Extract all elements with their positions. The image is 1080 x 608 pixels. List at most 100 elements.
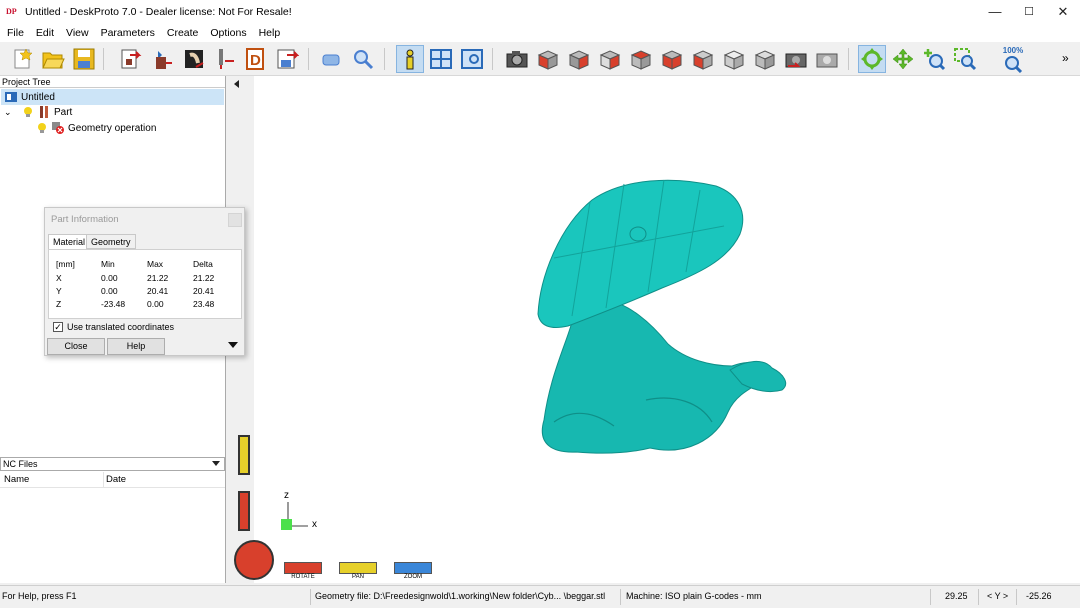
menu-file[interactable]: File (0, 24, 30, 42)
view-top-button[interactable] (658, 45, 686, 73)
import-geometry-icon (121, 49, 142, 69)
import-geometry-button[interactable] (116, 45, 144, 73)
zoom-in-icon (924, 49, 946, 71)
menu-bar: File Edit View Parameters Create Options… (0, 24, 1080, 42)
window-grid-icon (430, 49, 452, 69)
menu-view[interactable]: View (60, 24, 95, 42)
cube-right-icon (630, 50, 652, 70)
translated-coords-checkbox[interactable]: ✓ (53, 322, 63, 332)
main-toolbar: D 100% » (0, 42, 1080, 76)
lightbulb-icon[interactable] (22, 106, 34, 118)
model-head-knob (629, 226, 647, 242)
tab-material[interactable]: Material (48, 234, 91, 250)
tree-item-part[interactable]: ⌄ Part (4, 104, 72, 120)
new-project-button[interactable] (8, 45, 36, 73)
column-date[interactable]: Date (104, 472, 126, 487)
vertical-pan-slider[interactable] (238, 435, 250, 475)
row-y-max: 20.41 (147, 286, 169, 296)
tree-label-geometry-operation: Geometry operation (68, 122, 157, 134)
erase-button[interactable] (318, 45, 346, 73)
view-front-button[interactable] (534, 45, 562, 73)
rotate-dial[interactable] (234, 540, 274, 580)
axis-origin (281, 519, 292, 530)
view-right-button[interactable] (627, 45, 655, 73)
3d-viewport[interactable]: z x (254, 76, 1080, 556)
move-part-icon (156, 51, 172, 69)
open-project-button[interactable] (39, 45, 67, 73)
menu-help[interactable]: Help (253, 24, 287, 42)
view-control-bar: ROTATE PAN ZOOM (234, 540, 1080, 583)
dialog-close-icon[interactable] (228, 213, 242, 227)
pan-slider[interactable] (339, 562, 377, 574)
close-button[interactable]: Close (47, 338, 105, 355)
model-view[interactable] (254, 76, 1080, 556)
expand-arrow-icon[interactable] (228, 342, 238, 348)
collapse-arrow-icon[interactable] (234, 80, 239, 88)
translated-coords-option[interactable]: ✓ Use translated coordinates (53, 322, 174, 332)
scale-part-button[interactable] (180, 45, 208, 73)
rotate-slider[interactable] (284, 562, 322, 574)
menu-create[interactable]: Create (161, 24, 205, 42)
split-view-button[interactable] (427, 45, 455, 73)
tree-item-untitled[interactable]: Untitled (1, 89, 224, 105)
tree-item-geometry-operation[interactable]: Geometry operation (36, 120, 156, 136)
fit-view-button[interactable] (458, 45, 486, 73)
menu-options[interactable]: Options (204, 24, 252, 42)
column-name[interactable]: Name (0, 472, 104, 487)
cutter-button[interactable] (211, 45, 239, 73)
snapshot-button[interactable] (782, 45, 810, 73)
row-y-min: 0.00 (101, 286, 118, 296)
zoom-mode-button[interactable] (920, 45, 948, 73)
save-nc-button[interactable] (273, 45, 301, 73)
view-iso-button[interactable] (720, 45, 748, 73)
zoom-100-icon (1005, 55, 1023, 73)
view-bottom-button[interactable] (689, 45, 717, 73)
nc-files-label: NC Files (3, 459, 38, 469)
save-button[interactable] (70, 45, 98, 73)
maximize-button[interactable]: ☐ (1012, 0, 1046, 24)
close-window-button[interactable]: ✕ (1046, 0, 1080, 24)
view-back-button[interactable] (565, 45, 593, 73)
part-info-table: [mm] Min Max Delta X 0.00 21.22 21.22 Y … (48, 249, 242, 319)
translated-coords-label: Use translated coordinates (67, 322, 175, 332)
chevron-down-icon[interactable]: ⌄ (4, 107, 16, 118)
move-part-button[interactable] (148, 45, 176, 73)
view-wire-button[interactable] (751, 45, 779, 73)
status-x-value: 29.25 (945, 591, 968, 601)
tree-label-part: Part (54, 106, 73, 118)
zoom-slider[interactable] (394, 562, 432, 574)
view-left-button[interactable] (596, 45, 624, 73)
eraser-icon (322, 54, 340, 66)
status-machine: Machine: ISO plain G-codes - mm (626, 591, 762, 601)
dropdown-arrow-icon[interactable] (212, 461, 220, 466)
rotate-mode-button[interactable] (858, 45, 886, 73)
row-z-max: 0.00 (147, 299, 164, 309)
beggar-model[interactable] (537, 179, 787, 454)
vertical-rotate-slider[interactable] (238, 491, 250, 531)
header-delta: Delta (193, 259, 213, 269)
header-max: Max (147, 259, 164, 269)
cube-top-icon (661, 50, 683, 70)
title-bar: DP Untitled - DeskProto 7.0 - Dealer lic… (0, 0, 1080, 24)
part-info-button[interactable] (396, 45, 424, 73)
zoom-window-button[interactable] (951, 45, 979, 73)
magnifier-icon (354, 50, 374, 70)
toolbar-overflow-button[interactable]: » (1062, 51, 1069, 65)
menu-edit[interactable]: Edit (30, 24, 60, 42)
tab-geometry[interactable]: Geometry (86, 234, 136, 249)
help-button[interactable]: Help (107, 338, 165, 355)
pan-mode-button[interactable] (889, 45, 917, 73)
zoom-100-button[interactable]: 100% (999, 45, 1027, 73)
move-arrows-icon (892, 48, 914, 70)
menu-parameters[interactable]: Parameters (95, 24, 161, 42)
status-axis-label: < Y > (987, 591, 1009, 601)
lightbulb-icon[interactable] (36, 122, 48, 134)
zoom-detail-button[interactable] (349, 45, 377, 73)
nc-files-header[interactable]: NC Files (0, 457, 225, 471)
camera-view-button[interactable] (503, 45, 531, 73)
header-min: Min (101, 259, 115, 269)
minimize-button[interactable]: — (978, 0, 1012, 24)
row-z-delta: 23.48 (193, 299, 215, 309)
create-dxf-button[interactable]: D (242, 45, 270, 73)
snapshot-settings-button[interactable] (813, 45, 841, 73)
